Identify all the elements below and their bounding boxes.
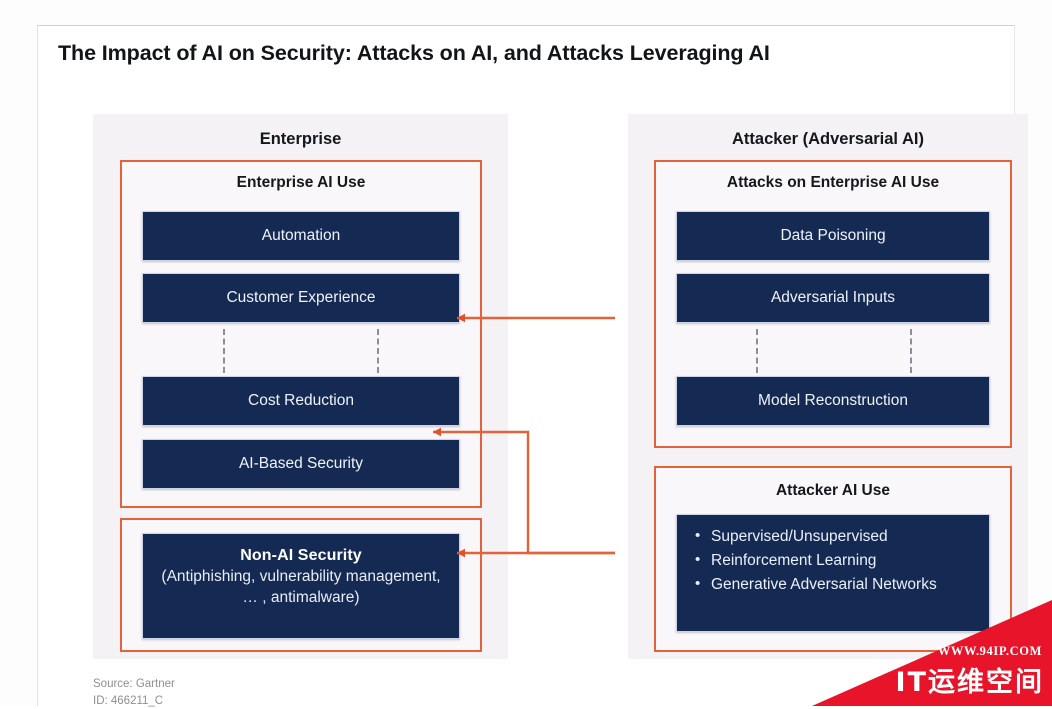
- enterprise-panel-heading: Enterprise: [259, 130, 342, 148]
- group-non-ai-security: Non-AI Security (Antiphishing, vulnerabi…: [120, 518, 482, 652]
- box-model-reconstruction[interactable]: Model Reconstruction: [676, 376, 990, 426]
- group-attacks-on-enterprise-ai-use: Attacks on Enterprise AI Use Data Poison…: [654, 160, 1012, 448]
- box-automation[interactable]: Automation: [142, 211, 460, 261]
- dotted-separator-left-b: [377, 329, 379, 373]
- group-enterprise-ai-use: Enterprise AI Use Automation Customer Ex…: [120, 160, 482, 508]
- box-cost-reduction[interactable]: Cost Reduction: [142, 376, 460, 426]
- dotted-separator-right-b: [910, 329, 912, 373]
- attacker-panel-heading: Attacker (Adversarial AI): [732, 130, 924, 148]
- group-enterprise-ai-use-title: Enterprise AI Use: [236, 174, 366, 191]
- box-non-ai-security-title: Non-AI Security: [240, 547, 362, 564]
- bullet-reinforcement-learning: Reinforcement Learning: [691, 550, 975, 572]
- box-non-ai-security[interactable]: Non-AI Security (Antiphishing, vulnerabi…: [142, 533, 460, 639]
- bullet-supervised-unsupervised: Supervised/Unsupervised: [691, 526, 975, 548]
- source-line: Source: Gartner: [93, 678, 175, 690]
- box-adversarial-inputs[interactable]: Adversarial Inputs: [676, 273, 990, 323]
- group-attacker-ai-use-title: Attacker AI Use: [775, 482, 890, 499]
- box-customer-experience[interactable]: Customer Experience: [142, 273, 460, 323]
- dotted-separator-right-a: [756, 329, 758, 373]
- source-note: Source: Gartner ID: 466211_C: [93, 676, 175, 709]
- box-data-poisoning[interactable]: Data Poisoning: [676, 211, 990, 261]
- watermark: WWW.94IP.COM IT运维空间: [812, 600, 1052, 706]
- bullet-generative-adversarial-networks: Generative Adversarial Networks: [691, 574, 975, 596]
- watermark-url: WWW.94IP.COM: [937, 644, 1042, 658]
- page-title: The Impact of AI on Security: Attacks on…: [58, 41, 770, 65]
- dotted-separator-left-a: [223, 329, 225, 373]
- box-non-ai-security-subtitle: (Antiphishing, vulnerability management,…: [161, 568, 441, 606]
- box-ai-based-security[interactable]: AI-Based Security: [142, 439, 460, 489]
- screenshot-canvas: The Impact of AI on Security: Attacks on…: [0, 0, 1052, 709]
- source-id: ID: 466211_C: [93, 694, 164, 707]
- group-attacks-title: Attacks on Enterprise AI Use: [726, 174, 940, 191]
- attacker-ai-bullet-list: Supervised/Unsupervised Reinforcement Le…: [691, 526, 975, 596]
- watermark-brand: IT运维空间: [895, 667, 1044, 698]
